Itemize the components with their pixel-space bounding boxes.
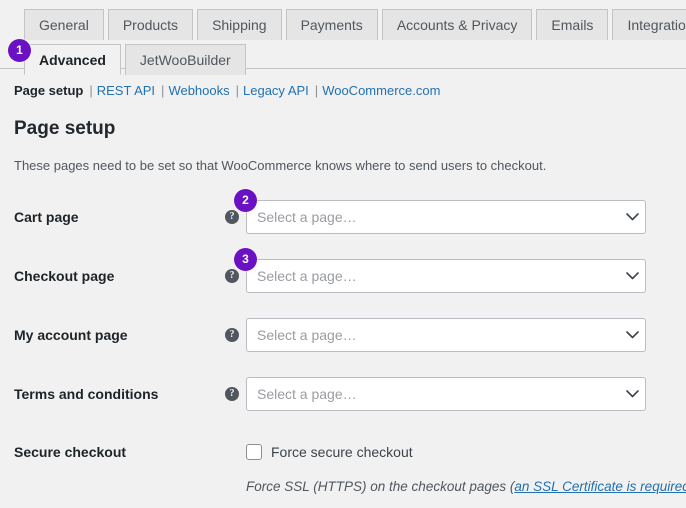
section-description: These pages need to be set so that WooCo… [14, 158, 547, 173]
subnav-separator: | [235, 83, 240, 98]
help-tip-icon[interactable]: ? [225, 386, 239, 401]
cart-page-select-placeholder: Select a page… [257, 208, 357, 225]
tab-jetwoobuilder[interactable]: JetWooBuilder [124, 44, 246, 75]
chevron-down-icon [619, 378, 645, 410]
subnav-item-legacy-api[interactable]: Legacy API [243, 83, 309, 98]
ssl-certificate-link[interactable]: an SSL Certificate is required [514, 479, 686, 494]
label-secure-checkout: Secure checkout [14, 444, 127, 460]
subnav-item-rest-api[interactable]: REST API [97, 83, 155, 98]
label-checkout-page: Checkout page [14, 267, 115, 284]
force-secure-checkout-label[interactable]: Force secure checkout [271, 444, 413, 460]
terms-and-conditions-select-placeholder: Select a page… [257, 385, 357, 402]
tab-payments[interactable]: Payments [285, 9, 378, 40]
help-tip-icon[interactable]: ? [225, 327, 239, 342]
chevron-down-icon [619, 201, 645, 233]
my-account-page-select[interactable]: Select a page… [246, 317, 646, 352]
subnav-item-page-setup[interactable]: Page setup [14, 83, 83, 98]
page-setup-form: Cart page ? Select a page… Checkout page… [0, 187, 686, 494]
settings-tab-bar: General Products Shipping Payments Accou… [0, 0, 686, 75]
form-row-terms-and-conditions: Terms and conditions ? Select a page… [0, 364, 686, 423]
page-title: Page setup [14, 118, 116, 139]
form-row-my-account-page: My account page ? Select a page… [0, 305, 686, 364]
subnav-item-woocommerce-com[interactable]: WooCommerce.com [322, 83, 440, 98]
tab-integration[interactable]: Integration [612, 9, 686, 40]
hint-text-before: Force SSL (HTTPS) on the checkout pages … [246, 479, 515, 494]
tab-shipping[interactable]: Shipping [197, 9, 282, 40]
form-row-secure-checkout: Secure checkout Force secure checkout [0, 437, 686, 467]
force-secure-checkout-checkbox[interactable] [246, 444, 262, 460]
step-badge-3: 3 [234, 248, 257, 271]
checkout-page-select-placeholder: Select a page… [257, 267, 357, 284]
secure-checkout-hint: Force SSL (HTTPS) on the checkout pages … [246, 479, 686, 494]
secure-checkout-control: Force secure checkout [246, 444, 413, 460]
tab-row-secondary: Advanced JetWooBuilder [0, 41, 686, 75]
subnav-item-webhooks[interactable]: Webhooks [168, 83, 229, 98]
tab-advanced[interactable]: Advanced [24, 44, 121, 75]
chevron-down-icon [619, 260, 645, 292]
my-account-page-select-placeholder: Select a page… [257, 326, 357, 343]
subnav-separator: | [161, 83, 165, 98]
label-my-account-page: My account page [14, 326, 128, 343]
help-tip-icon[interactable]: ? [225, 268, 239, 283]
terms-and-conditions-select[interactable]: Select a page… [246, 376, 646, 411]
tab-emails[interactable]: Emails [536, 9, 609, 40]
checkout-page-select[interactable]: Select a page… [246, 258, 646, 293]
label-cart-page: Cart page [14, 208, 79, 225]
step-badge-1: 1 [8, 39, 31, 62]
label-terms-and-conditions: Terms and conditions [14, 385, 159, 402]
form-row-checkout-page: Checkout page ? Select a page… [0, 246, 686, 305]
subnav-separator: | [314, 83, 319, 98]
cart-page-select[interactable]: Select a page… [246, 199, 646, 234]
chevron-down-icon [619, 319, 645, 351]
tab-general[interactable]: General [24, 9, 104, 40]
tab-accounts-privacy[interactable]: Accounts & Privacy [381, 9, 533, 40]
subnav-separator: | [89, 83, 93, 98]
step-badge-2: 2 [234, 189, 257, 212]
form-row-cart-page: Cart page ? Select a page… [0, 187, 686, 246]
help-tip-icon[interactable]: ? [225, 209, 239, 224]
tab-row-primary: General Products Shipping Payments Accou… [0, 6, 686, 40]
tab-products[interactable]: Products [107, 9, 194, 40]
